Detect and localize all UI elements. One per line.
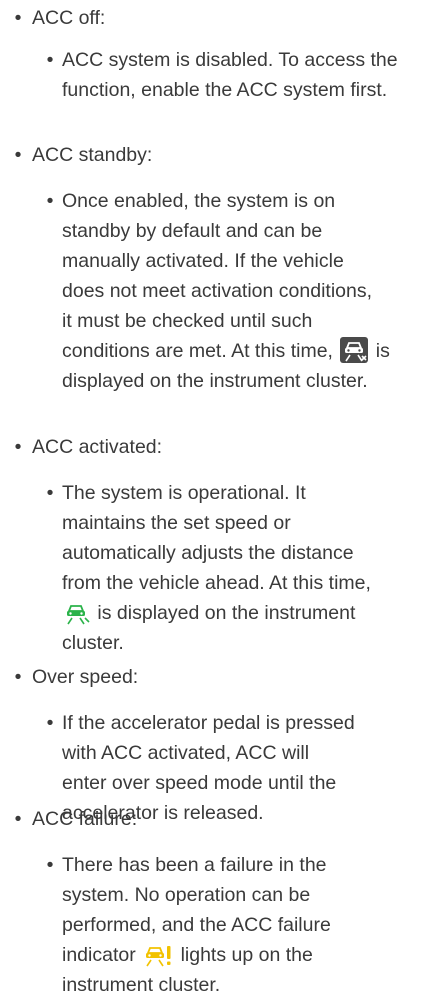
bullet: • [14, 666, 22, 688]
bullet: • [46, 854, 54, 876]
bullet: • [14, 808, 22, 830]
bullet: • [14, 436, 22, 458]
acc-activated-icon [62, 601, 90, 625]
bullet: • [46, 190, 54, 212]
item-description: Once enabled, the system is on standby b… [62, 190, 390, 392]
bullet: • [14, 7, 22, 29]
item-description: The system is operational. It maintains … [62, 482, 371, 654]
item-description: There has been a failure in the system. … [62, 854, 331, 996]
bullet: • [46, 712, 54, 734]
acc-status-list: • ACC off: • ACC system is disabled. To … [0, 0, 427, 996]
item-label: ACC activated: [32, 436, 163, 458]
item-label: ACC off: [32, 7, 106, 29]
acc-failure-icon [143, 943, 173, 967]
bullet: • [46, 49, 54, 71]
item-label: ACC standby: [32, 144, 153, 166]
bullet: • [14, 144, 22, 166]
item-label: Over speed: [32, 666, 139, 688]
bullet: • [46, 482, 54, 504]
item-label: ACC failure: [32, 808, 138, 830]
item-description: ACC system is disabled. To access the fu… [62, 49, 398, 101]
acc-standby-icon [340, 337, 369, 363]
